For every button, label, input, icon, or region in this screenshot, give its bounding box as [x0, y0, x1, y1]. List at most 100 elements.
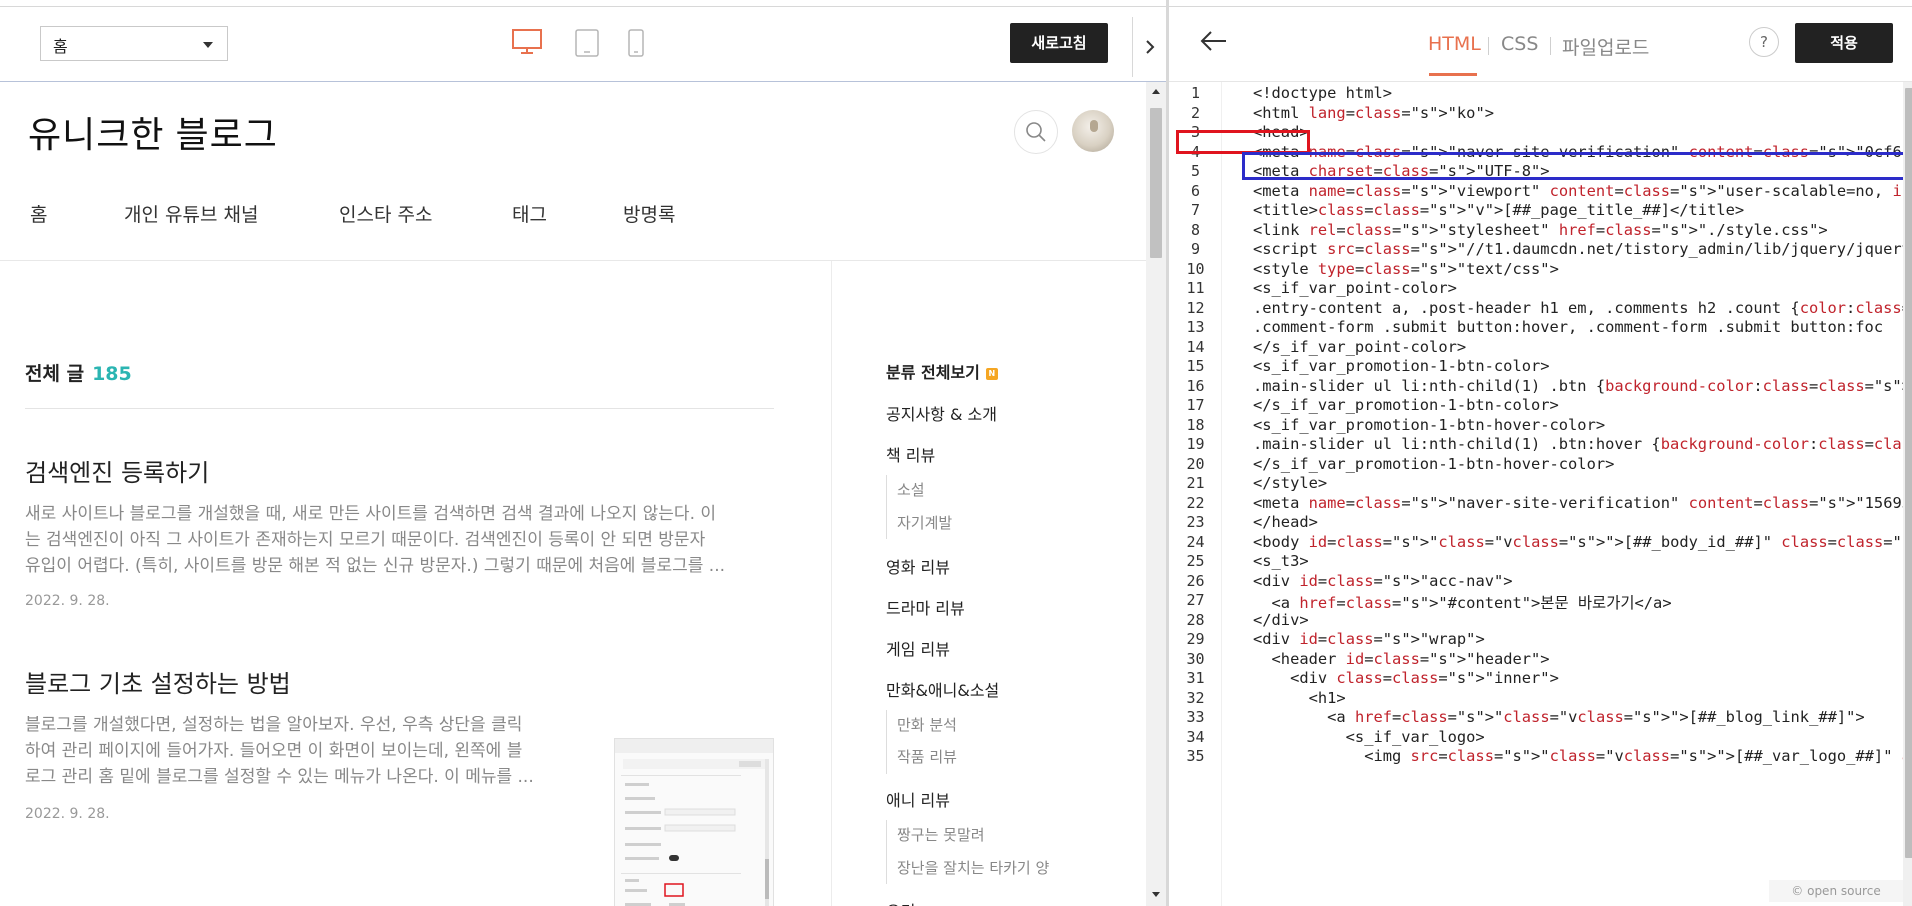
mobile-view-icon[interactable] — [628, 29, 644, 61]
line-number: 25 — [1186, 552, 1205, 570]
code-line[interactable]: </div> — [1253, 611, 1309, 629]
nav-item-instagram[interactable]: 인스타 주소 — [339, 200, 432, 227]
code-line[interactable]: <body id=class="s">"class="vclass="s">">… — [1253, 533, 1903, 551]
code-line[interactable]: .main-slider ul li:nth-child(1) .btn {ba… — [1253, 377, 1903, 395]
scroll-down-icon[interactable] — [1146, 888, 1166, 902]
category-drama-review[interactable]: 드라마 리뷰 — [886, 595, 965, 619]
subcategory-self-dev[interactable]: 자기계발 — [897, 512, 952, 533]
tab-css[interactable]: CSS — [1501, 33, 1538, 55]
code-line[interactable]: </s_if_var_promotion-1-btn-hover-color> — [1253, 455, 1614, 473]
blog-search-button[interactable] — [1014, 110, 1058, 154]
line-number: 10 — [1186, 259, 1205, 278]
category-anime-review[interactable]: 애니 리뷰 — [886, 787, 950, 811]
code-line[interactable]: <div class=class="s">"inner"> — [1253, 669, 1559, 687]
post-title[interactable]: 검색엔진 등록하기 — [25, 453, 209, 488]
category-book-review[interactable]: 책 리뷰 — [886, 442, 935, 466]
code-line[interactable]: </s_if_var_point-color> — [1253, 338, 1466, 356]
code-line[interactable]: <s_if_var_promotion-1-btn-color> — [1253, 357, 1550, 375]
nav-item-guestbook[interactable]: 방명록 — [623, 200, 675, 227]
code-line[interactable]: <title>class=class="s">"v">[##_page_titl… — [1253, 201, 1744, 219]
code-line[interactable]: </s_if_var_promotion-1-btn-color> — [1253, 396, 1559, 414]
line-number: 13 — [1186, 318, 1205, 336]
line-number: 1 — [1190, 84, 1201, 102]
line-number: 2 — [1190, 103, 1201, 122]
post-date: 2022. 9. 28. — [25, 806, 110, 822]
blog-nav: 홈 개인 유튜브 채널 인스타 주소 태그 방명록 — [0, 200, 1146, 250]
line-number: 33 — [1186, 708, 1205, 726]
refresh-button[interactable]: 새로고침 — [1010, 23, 1108, 63]
code-editor[interactable]: 1 2 3 4 5 6 7 8 9 10 11 12 13 14 15 16 17 18 19 20 21 22 23 24 2… — [1169, 82, 1903, 906]
code-line[interactable]: <a href=class="s">"#content">본문 바로가기</a> — [1253, 591, 1672, 613]
desktop-view-icon[interactable] — [512, 29, 542, 59]
line-number: 32 — [1186, 688, 1205, 707]
subcategory-work-review[interactable]: 작품 리뷰 — [897, 746, 957, 767]
code-line[interactable]: .comment-form .submit button:hover, .com… — [1253, 318, 1883, 336]
subcategory-takagi[interactable]: 장난을 잘치는 타카기 양 — [897, 857, 1049, 878]
code-line[interactable]: <s_if_var_promotion-1-btn-hover-color> — [1253, 416, 1605, 434]
tab-html[interactable]: HTML — [1428, 33, 1481, 55]
code-line[interactable]: <h1> — [1253, 689, 1346, 707]
help-button[interactable]: ? — [1749, 27, 1779, 57]
post-thumbnail[interactable] — [614, 738, 774, 906]
code-line[interactable]: </head> — [1253, 513, 1318, 531]
code-line[interactable]: <!doctype html> — [1253, 84, 1392, 102]
code-line[interactable]: <meta name=class="s">"naver-site-verific… — [1253, 494, 1903, 512]
app-window: 홈 새로고침 유니크한 블로그 홈 개인 유튜브 채널 인스타 주소 태그 방명… — [0, 0, 1912, 906]
post-excerpt-line: 로그 관리 홈 밑에 블로그를 설정할 수 있는 메뉴가 나온다. 이 메뉴를 … — [25, 767, 534, 787]
preview-scroll-thumb[interactable] — [1150, 108, 1162, 258]
editor-scroll-thumb[interactable] — [1905, 88, 1912, 858]
nav-item-tags[interactable]: 태그 — [512, 200, 547, 227]
code-line[interactable]: .main-slider ul li:nth-child(1) .btn:hov… — [1253, 435, 1903, 453]
category-game-review[interactable]: 게임 리뷰 — [886, 636, 950, 660]
code-line[interactable]: <meta name=class="s">"viewport" content=… — [1253, 182, 1903, 200]
line-number: 23 — [1186, 513, 1205, 531]
tab-file-upload[interactable]: 파일업로드 — [1562, 33, 1649, 60]
back-arrow-icon[interactable] — [1199, 29, 1229, 57]
post-list: 전체 글 185 검색엔진 등록하기 새로 사이트나 블로그를 개설했을 때, 새… — [0, 261, 832, 906]
chevron-right-icon — [1145, 40, 1154, 54]
code-line[interactable]: <s_if_var_point-color> — [1253, 279, 1457, 297]
subcategory-shinchan[interactable]: 짱구는 못말려 — [897, 824, 985, 845]
subcategory-novel[interactable]: 소설 — [897, 479, 925, 500]
line-number: 27 — [1186, 591, 1205, 609]
code-line[interactable]: <img src=class="s">"class="vclass="s">">… — [1253, 747, 1903, 765]
nav-item-youtube[interactable]: 개인 유튜브 채널 — [124, 200, 258, 227]
nav-item-home[interactable]: 홈 — [30, 200, 47, 227]
code-line[interactable]: <html lang=class="s">"ko"> — [1253, 104, 1494, 122]
open-source-label[interactable]: © open source — [1769, 880, 1903, 902]
category-movie-review[interactable]: 영화 리뷰 — [886, 554, 950, 578]
post-excerpt[interactable]: 블로그를 개설했다면, 설정하는 법을 알아보자. 우선, 우측 상단을 클릭 … — [25, 712, 534, 790]
avatar[interactable] — [1072, 110, 1114, 152]
post-title[interactable]: 블로그 기초 설정하는 방법 — [25, 664, 291, 699]
code-line[interactable]: <s_if_var_logo> — [1253, 728, 1485, 746]
page-select[interactable]: 홈 — [40, 26, 228, 61]
code-line[interactable]: <div id=class="s">"wrap"> — [1253, 630, 1485, 648]
category-cooking[interactable]: 요리 — [886, 898, 915, 906]
code-line[interactable]: .entry-content a, .post-header h1 em, .c… — [1253, 299, 1903, 317]
apply-button[interactable]: 적용 — [1795, 23, 1893, 63]
code-line[interactable]: <a href=class="s">"class="vclass="s">">[… — [1253, 708, 1865, 726]
line-number: 24 — [1186, 532, 1205, 551]
editor-scrollbar[interactable] — [1903, 82, 1912, 906]
code-line[interactable]: <header id=class="s">"header"> — [1253, 650, 1550, 668]
category-notice[interactable]: 공지사항 & 소개 — [886, 401, 997, 425]
code-line[interactable]: <div id=class="s">"acc-nav"> — [1253, 572, 1513, 590]
active-tab-indicator — [1429, 73, 1477, 76]
category-manga[interactable]: 만화&애니&소설 — [886, 677, 999, 701]
subcategory-manga-analysis[interactable]: 만화 분석 — [897, 714, 957, 735]
code-line[interactable]: <s_t3> — [1253, 552, 1309, 570]
collapse-preview-button[interactable] — [1132, 17, 1166, 77]
code-line[interactable]: <link rel=class="s">"stylesheet" href=cl… — [1253, 221, 1828, 239]
line-number: 28 — [1186, 610, 1205, 629]
preview-scrollbar[interactable] — [1146, 82, 1166, 906]
code-line[interactable]: <script src=class="s">"//t1.daumcdn.net/… — [1253, 240, 1903, 258]
tablet-view-icon[interactable] — [575, 29, 599, 61]
post-excerpt[interactable]: 새로 사이트나 블로그를 개설했을 때, 새로 만든 사이트를 검색하면 검색 … — [25, 501, 725, 579]
code-line[interactable]: </style> — [1253, 474, 1327, 492]
tab-separator — [1488, 37, 1489, 55]
blog-title[interactable]: 유니크한 블로그 — [28, 106, 278, 158]
scroll-up-icon[interactable] — [1146, 84, 1166, 98]
category-all[interactable]: 분류 전체보기 N — [886, 359, 998, 383]
code-line[interactable]: <style type=class="s">"text/css"> — [1253, 260, 1559, 278]
post-excerpt-line: 새로 사이트나 블로그를 개설했을 때, 새로 만든 사이트를 검색하면 검색 … — [25, 504, 717, 524]
